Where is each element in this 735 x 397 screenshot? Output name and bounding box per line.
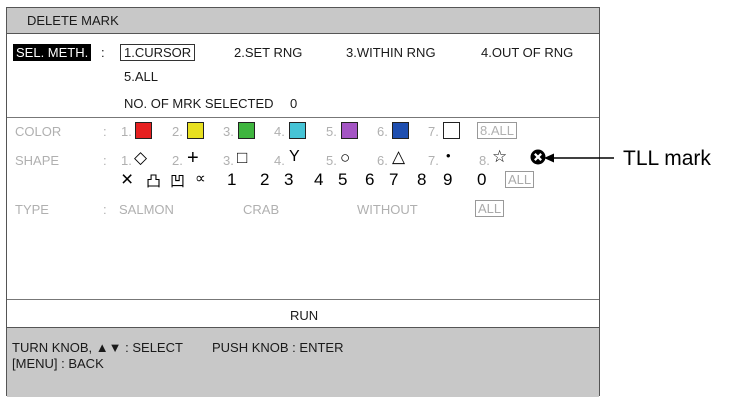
color-label: COLOR [15,124,62,139]
shape-2-num: 2. [172,153,183,168]
option-cursor[interactable]: 1.CURSOR [120,44,196,61]
panel-title: DELETE MARK [27,13,119,28]
color-3-swatch[interactable] [238,122,255,139]
type-crab-option[interactable]: CRAB [243,202,279,217]
divider [7,117,599,118]
type-all-option[interactable]: ALL [475,200,505,217]
digit-1-mark[interactable]: 1 [227,170,236,190]
color-2-swatch[interactable] [187,122,204,139]
type-colon: : [103,202,107,217]
shape-8-num: 8. [479,153,490,168]
shape-4-num: 4. [274,153,285,168]
option-out-of-rng[interactable]: 4.OUT OF RNG [481,45,573,60]
shape-5-num: 5. [326,153,337,168]
shape-3-num: 3. [223,153,234,168]
title-bar: DELETE MARK [7,8,599,34]
dot-icon[interactable]: • [446,148,451,163]
digit-8-mark[interactable]: 8 [417,170,426,190]
shape-all-option[interactable]: ALL [505,171,535,188]
diamond-icon[interactable]: ◇ [134,148,147,168]
sel-meth-label: SEL. METH. [13,44,92,61]
delete-mark-panel: DELETE MARK SEL. METH. : 1.CURSOR 2.SET … [6,7,600,397]
star-icon[interactable]: ☆ [492,147,507,167]
type-label: TYPE [15,202,49,217]
triangle-icon[interactable]: △ [392,147,405,167]
option-within-rng[interactable]: 3.WITHIN RNG [346,45,436,60]
tll-mark-callout: TLL mark [623,147,711,170]
digit-2-mark[interactable]: 2 [260,170,269,190]
color-4-num: 4. [274,124,285,139]
color-all-option[interactable]: 8.ALL [477,122,517,139]
shape-label: SHAPE [15,153,60,168]
no-selected-label: NO. OF MRK SELECTED [124,96,274,111]
no-selected-value: 0 [290,96,298,111]
help-footer: TURN KNOB, ▲▼ : SELECT PUSH KNOB : ENTER… [7,327,599,397]
help-back: [MENU] : BACK [12,356,104,371]
convex-mark-icon[interactable]: 凸 [146,170,161,191]
digit-3-mark[interactable]: 3 [284,170,293,190]
concave-mark-icon[interactable]: 凹 [170,170,185,191]
option-all[interactable]: 5.ALL [124,69,158,84]
digit-0-mark[interactable]: 0 [477,170,486,190]
digit-6-mark[interactable]: 6 [365,170,374,190]
shape-6-num: 6. [377,153,388,168]
color-6-num: 6. [377,124,388,139]
run-button[interactable]: RUN [290,308,318,323]
color-2-num: 2. [172,124,183,139]
type-without-option[interactable]: WITHOUT [357,202,418,217]
digit-4-mark[interactable]: 4 [314,170,323,190]
shape-1-num: 1. [121,153,132,168]
digit-9-mark[interactable]: 9 [443,170,452,190]
color-6-swatch[interactable] [392,122,409,139]
digit-5-mark[interactable]: 5 [338,170,347,190]
y-mark-icon[interactable]: Y [289,148,300,166]
shape-7-num: 7. [428,153,439,168]
color-1-num: 1. [121,124,132,139]
run-divider [7,299,599,300]
shape-colon: : [103,153,107,168]
square-icon[interactable]: □ [237,148,247,168]
color-1-swatch[interactable] [135,122,152,139]
color-colon: : [103,124,107,139]
plus-icon[interactable]: + [187,147,199,170]
help-select: TURN KNOB, ▲▼ : SELECT [12,340,183,355]
option-set-rng[interactable]: 2.SET RNG [234,45,302,60]
color-7-num: 7. [428,124,439,139]
color-7-swatch[interactable] [443,122,460,139]
cross-mark-icon[interactable]: × [121,168,133,192]
color-3-num: 3. [223,124,234,139]
type-salmon-option[interactable]: SALMON [119,202,174,217]
digit-7-mark[interactable]: 7 [389,170,398,190]
fish-mark-icon[interactable]: ∝ [195,169,206,187]
color-5-num: 5. [326,124,337,139]
circle-icon[interactable]: ○ [340,148,350,168]
sel-meth-colon: : [101,45,105,60]
callout-arrow-icon [544,153,614,163]
color-4-swatch[interactable] [289,122,306,139]
color-5-swatch[interactable] [341,122,358,139]
help-enter: PUSH KNOB : ENTER [212,340,344,355]
